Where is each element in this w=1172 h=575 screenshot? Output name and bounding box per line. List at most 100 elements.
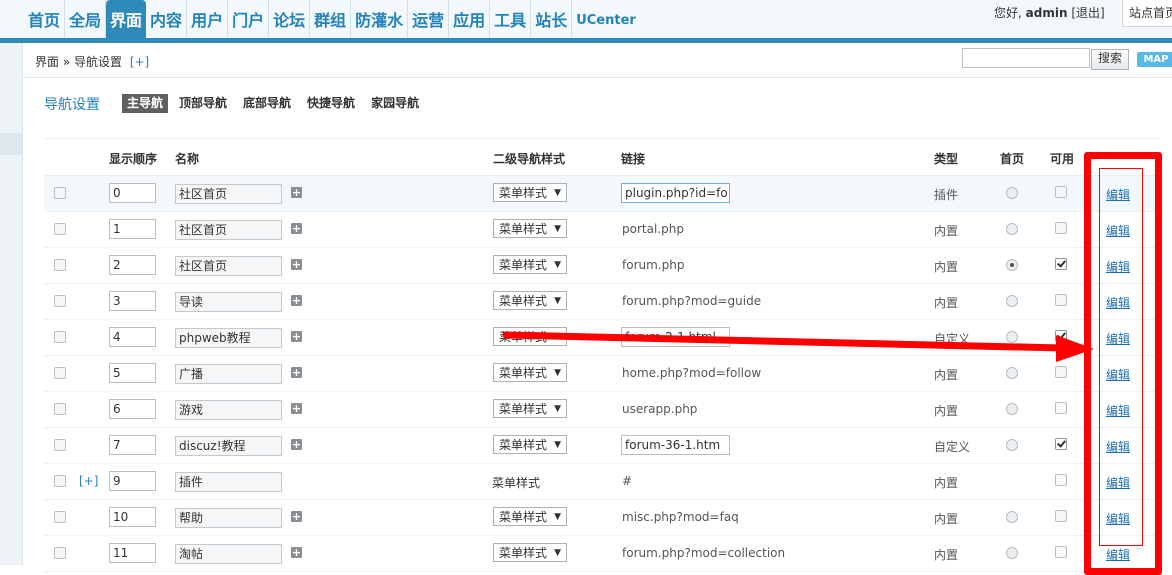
nav-item-13[interactable]: UCenter xyxy=(572,0,640,38)
link-input[interactable]: plugin.php?id=fo xyxy=(621,183,730,203)
edit-link[interactable]: 编辑 xyxy=(1106,294,1130,311)
nav-item-8[interactable]: 防灌水 xyxy=(351,0,409,38)
edit-link[interactable]: 编辑 xyxy=(1106,510,1130,527)
nav-item-0[interactable]: 首页 xyxy=(24,0,66,38)
edit-link[interactable]: 编辑 xyxy=(1106,402,1130,419)
name-input[interactable]: 社区首页 xyxy=(175,256,282,276)
edit-link[interactable]: 编辑 xyxy=(1106,366,1130,383)
row-select-checkbox[interactable] xyxy=(54,295,66,307)
add-sub-nav-icon[interactable]: + xyxy=(291,187,302,198)
row-select-checkbox[interactable] xyxy=(54,439,66,451)
home-radio[interactable] xyxy=(1006,295,1018,307)
nav-item-1[interactable]: 全局 xyxy=(65,0,107,38)
name-input[interactable]: 导读 xyxy=(175,292,282,312)
order-input[interactable]: 11 xyxy=(109,543,156,563)
edit-link[interactable]: 编辑 xyxy=(1106,222,1130,239)
sub-nav-style-select[interactable]: 菜单样式 ▼ xyxy=(493,327,567,346)
order-input[interactable]: 7 xyxy=(109,435,156,455)
name-input[interactable]: 广播 xyxy=(175,364,282,384)
enabled-checkbox[interactable] xyxy=(1055,186,1067,198)
sub-nav-style-select[interactable]: 菜单样式 ▼ xyxy=(493,183,567,202)
edit-link[interactable]: 编辑 xyxy=(1106,186,1130,203)
add-sub-nav-icon[interactable]: + xyxy=(291,295,302,306)
enabled-checkbox[interactable] xyxy=(1055,546,1067,558)
name-input[interactable]: 社区首页 xyxy=(175,184,282,204)
nav-item-10[interactable]: 应用 xyxy=(449,0,491,38)
sub-nav-style-select[interactable]: 菜单样式 ▼ xyxy=(493,507,567,526)
enabled-checkbox[interactable] xyxy=(1055,258,1067,270)
sub-nav-style-select[interactable]: 菜单样式 ▼ xyxy=(493,255,567,274)
sub-nav-style-select[interactable]: 菜单样式 ▼ xyxy=(493,363,567,382)
order-input[interactable]: 0 xyxy=(109,183,156,203)
nav-item-3[interactable]: 内容 xyxy=(146,0,188,38)
link-input[interactable]: forum-2-1.html xyxy=(621,327,730,347)
tab-4[interactable]: 家园导航 xyxy=(366,94,424,113)
order-input[interactable]: 4 xyxy=(109,327,156,347)
tab-2[interactable]: 底部导航 xyxy=(238,94,296,113)
add-sub-nav-icon[interactable]: + xyxy=(291,547,302,558)
link-input[interactable]: forum-36-1.htm xyxy=(621,435,730,455)
row-select-checkbox[interactable] xyxy=(54,331,66,343)
add-sub-nav-icon[interactable]: + xyxy=(291,259,302,270)
name-input[interactable]: phpweb教程 xyxy=(175,328,282,348)
add-sub-nav-icon[interactable]: + xyxy=(291,331,302,342)
nav-item-5[interactable]: 门户 xyxy=(228,0,270,38)
add-sub-nav-icon[interactable]: + xyxy=(291,367,302,378)
nav-item-2[interactable]: 界面 xyxy=(106,0,147,38)
edit-link[interactable]: 编辑 xyxy=(1106,258,1130,275)
home-radio[interactable] xyxy=(1006,439,1018,451)
enabled-checkbox[interactable] xyxy=(1055,294,1067,306)
map-button[interactable]: MAP xyxy=(1137,52,1172,67)
row-select-checkbox[interactable] xyxy=(54,259,66,271)
site-home-link[interactable]: 站点首页 xyxy=(1122,0,1172,27)
order-input[interactable]: 5 xyxy=(109,363,156,383)
add-sub-nav-icon[interactable]: + xyxy=(291,511,302,522)
order-input[interactable]: 6 xyxy=(109,399,156,419)
home-radio[interactable] xyxy=(1006,259,1018,271)
add-sub-nav-icon[interactable]: + xyxy=(291,403,302,414)
order-input[interactable]: 1 xyxy=(109,219,156,239)
enabled-checkbox[interactable] xyxy=(1055,402,1067,414)
sub-nav-style-select[interactable]: 菜单样式 ▼ xyxy=(493,435,567,454)
nav-item-6[interactable]: 论坛 xyxy=(269,0,311,38)
row-select-checkbox[interactable] xyxy=(54,511,66,523)
sub-nav-style-select[interactable]: 菜单样式 ▼ xyxy=(493,399,567,418)
add-child-button[interactable]: [+] xyxy=(79,474,98,488)
tab-0[interactable]: 主导航 xyxy=(122,94,169,113)
nav-item-9[interactable]: 运营 xyxy=(408,0,450,38)
row-select-checkbox[interactable] xyxy=(54,547,66,559)
nav-item-7[interactable]: 群组 xyxy=(310,0,352,38)
sub-nav-style-select[interactable]: 菜单样式 ▼ xyxy=(493,291,567,310)
order-input[interactable]: 3 xyxy=(109,291,156,311)
home-radio[interactable] xyxy=(1006,187,1018,199)
name-input[interactable]: discuz!教程 xyxy=(175,436,282,456)
home-radio[interactable] xyxy=(1006,547,1018,559)
name-input[interactable]: 社区首页 xyxy=(175,220,282,240)
home-radio[interactable] xyxy=(1006,223,1018,235)
name-input[interactable]: 游戏 xyxy=(175,400,282,420)
order-input[interactable]: 9 xyxy=(109,471,156,491)
home-radio[interactable] xyxy=(1006,331,1018,343)
add-sub-nav-icon[interactable]: + xyxy=(291,223,302,234)
enabled-checkbox[interactable] xyxy=(1055,474,1067,486)
sub-nav-style-select[interactable]: 菜单样式 ▼ xyxy=(493,219,567,238)
row-select-checkbox[interactable] xyxy=(54,367,66,379)
enabled-checkbox[interactable] xyxy=(1055,510,1067,522)
order-input[interactable]: 2 xyxy=(109,255,156,275)
edit-link[interactable]: 编辑 xyxy=(1106,546,1130,563)
name-input[interactable]: 淘帖 xyxy=(175,544,282,564)
logout-link[interactable]: [退出] xyxy=(1071,6,1104,20)
enabled-checkbox[interactable] xyxy=(1055,222,1067,234)
home-radio[interactable] xyxy=(1006,511,1018,523)
row-select-checkbox[interactable] xyxy=(54,475,66,487)
home-radio[interactable] xyxy=(1006,367,1018,379)
edit-link[interactable]: 编辑 xyxy=(1106,330,1130,347)
search-input[interactable] xyxy=(962,48,1090,68)
edit-link[interactable]: 编辑 xyxy=(1106,438,1130,455)
nav-item-11[interactable]: 工具 xyxy=(490,0,532,38)
tab-3[interactable]: 快捷导航 xyxy=(302,94,360,113)
edit-link[interactable]: 编辑 xyxy=(1106,474,1130,491)
add-sub-nav-icon[interactable]: + xyxy=(291,439,302,450)
add-shortcut-link[interactable]: [+] xyxy=(130,55,149,69)
row-select-checkbox[interactable] xyxy=(54,403,66,415)
